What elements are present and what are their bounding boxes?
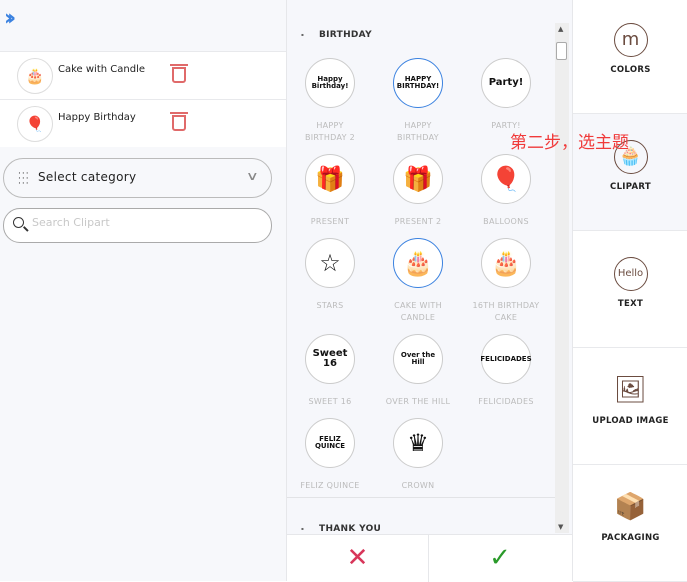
clipart-image: Happy Birthday! [305,58,355,108]
clipart-item[interactable]: Happy Birthday! HAPPY BIRTHDAY 2 [287,58,374,144]
packaging-icon: 📦 [614,492,647,522]
selected-clipart-row: 🎂 Cake with Candle [0,51,286,99]
clipart-item[interactable]: 🎈 BALLOONS [462,154,550,228]
clipart-item[interactable]: 🎂 CAKE WITH CANDLE [374,238,462,324]
selected-clipart-row: 🎈 Happy Birthday [0,99,286,147]
grid-icon: ··· ··· ··· [18,169,30,189]
tab-label: TEXT [617,299,644,309]
clipart-label: FELICIDADES [478,397,534,406]
colors-icon: m [613,23,648,57]
clipart-label: STARS [316,301,344,310]
clipart-image: Party! [481,58,531,108]
close-icon: ✕ [346,543,369,573]
clipart-image: 🎁 [305,154,355,204]
tab-packaging[interactable]: 📦 PACKAGING [573,465,687,582]
section-title: THANK YOU [319,524,382,534]
trash-icon[interactable] [170,64,188,83]
clipart-item[interactable]: 🎁 PRESENT [287,154,374,228]
scroll-down-icon[interactable]: ▼ [558,523,563,531]
clipart-item[interactable]: Over the Hill OVER THE HILL [374,334,462,408]
clipart-label: HAPPY BIRTHDAY [397,121,439,142]
clipart-gallery: ▪ BIRTHDAY Happy Birthday! HAPPY BIRTHDAY 2… [287,0,572,534]
clipart-item[interactable]: FELICIDADES FELICIDADES [462,334,550,408]
section-header: ▪ BIRTHDAY [301,30,372,40]
tab-upload-image[interactable]: 🖼 UPLOAD IMAGE [573,348,687,465]
check-icon: ✓ [489,543,511,573]
clipart-label: CAKE WITH CANDLE [394,301,442,322]
clipart-label: 16TH BIRTHDAY CAKE [472,301,540,322]
clipart-label: PRESENT [310,217,350,226]
clipart-item[interactable]: 🎂 16TH BIRTHDAY CAKE [462,238,550,324]
clipart-item[interactable]: ♛ CROWN [374,418,462,492]
clipart-item[interactable]: FELIZ QUINCE FELIZ QUINCE [287,418,374,492]
clipart-label: HAPPY BIRTHDAY 2 [304,121,356,142]
chevron-down-icon: ∨ [246,169,260,183]
cancel-button[interactable]: ✕ [287,535,429,582]
clipart-label: CROWN [401,481,435,490]
action-bar: ✕ ✓ [287,534,572,582]
tab-colors[interactable]: m COLORS [573,0,687,114]
text-icon: Hello [613,257,648,291]
clipart-image: ☆ [305,238,355,288]
scroll-up-icon[interactable]: ▲ [558,25,563,33]
clipart-item[interactable]: HAPPY BIRTHDAY! HAPPY BIRTHDAY [374,58,462,144]
tool-sidebar: m COLORS 🧁 CLIPART Hello TEXT 🖼 UPLOAD IMAGE 📦 PA… [572,0,687,582]
clipart-image: ♛ [393,418,443,468]
clipart-image: 🎁 [393,154,443,204]
search-input[interactable] [32,216,262,229]
section-thumbnail-icon: ▪ [301,526,305,531]
clipart-image: 🎈 [481,154,531,204]
clipart-item[interactable]: Party! PARTY! [462,58,550,132]
clipart-item[interactable]: 🎁 PRESENT 2 [374,154,462,228]
section-header: ▪ THANK YOU [301,524,381,534]
confirm-button[interactable]: ✓ [429,535,571,582]
tab-label: CLIPART [610,182,651,192]
clipart-name: Cake with Candle [58,64,145,75]
clipart-image: FELICIDADES [480,334,532,384]
section-thumbnail-icon: ▪ [301,32,305,37]
clipart-thumbnail: 🎂 [17,58,53,94]
clipart-thumbnail: 🎈 [17,106,53,142]
clipart-item[interactable]: Sweet 16 SWEET 16 [287,334,374,408]
clipart-image: 🎂 [481,238,531,288]
clipart-image: Over the Hill [393,334,443,384]
scrollbar[interactable]: ▲ ▼ [555,23,569,533]
clipart-label: BALLOONS [483,217,529,226]
section-divider [287,497,555,498]
tab-label: PACKAGING [601,533,660,543]
clipart-image: 🎂 [393,238,443,288]
search-icon [13,217,24,228]
annotation-text: 第二步，选主题 [510,133,629,153]
section-title: BIRTHDAY [319,30,372,40]
clipart-label: SWEET 16 [308,397,352,406]
selected-clipart-panel: ›› 🎂 Cake with Candle 🎈 Happy Birthday ··· ·… [0,0,287,581]
tab-label: UPLOAD IMAGE [592,416,669,426]
category-select-value: Select category [38,170,137,184]
double-chevron-right-icon[interactable]: ›› [4,6,16,31]
clipart-item[interactable]: ☆ STARS [287,238,374,312]
tab-label: COLORS [610,65,651,75]
clipart-image: Sweet 16 [305,334,355,384]
tab-text[interactable]: Hello TEXT [573,231,687,348]
clipart-name: Happy Birthday [58,112,136,123]
upload-image-icon: 🖼 [613,375,647,405]
clipart-label: FELIZ QUINCE [300,481,360,490]
scrollbar-thumb[interactable] [556,42,567,60]
trash-icon[interactable] [170,112,188,131]
search-box [3,208,272,243]
category-select[interactable]: ··· ··· ··· Select category ∨ [3,158,272,198]
clipart-image: FELIZ QUINCE [305,418,355,468]
clipart-label: OVER THE HILL [385,397,451,406]
clipart-image: HAPPY BIRTHDAY! [393,58,443,108]
clipart-label: PRESENT 2 [394,217,442,226]
